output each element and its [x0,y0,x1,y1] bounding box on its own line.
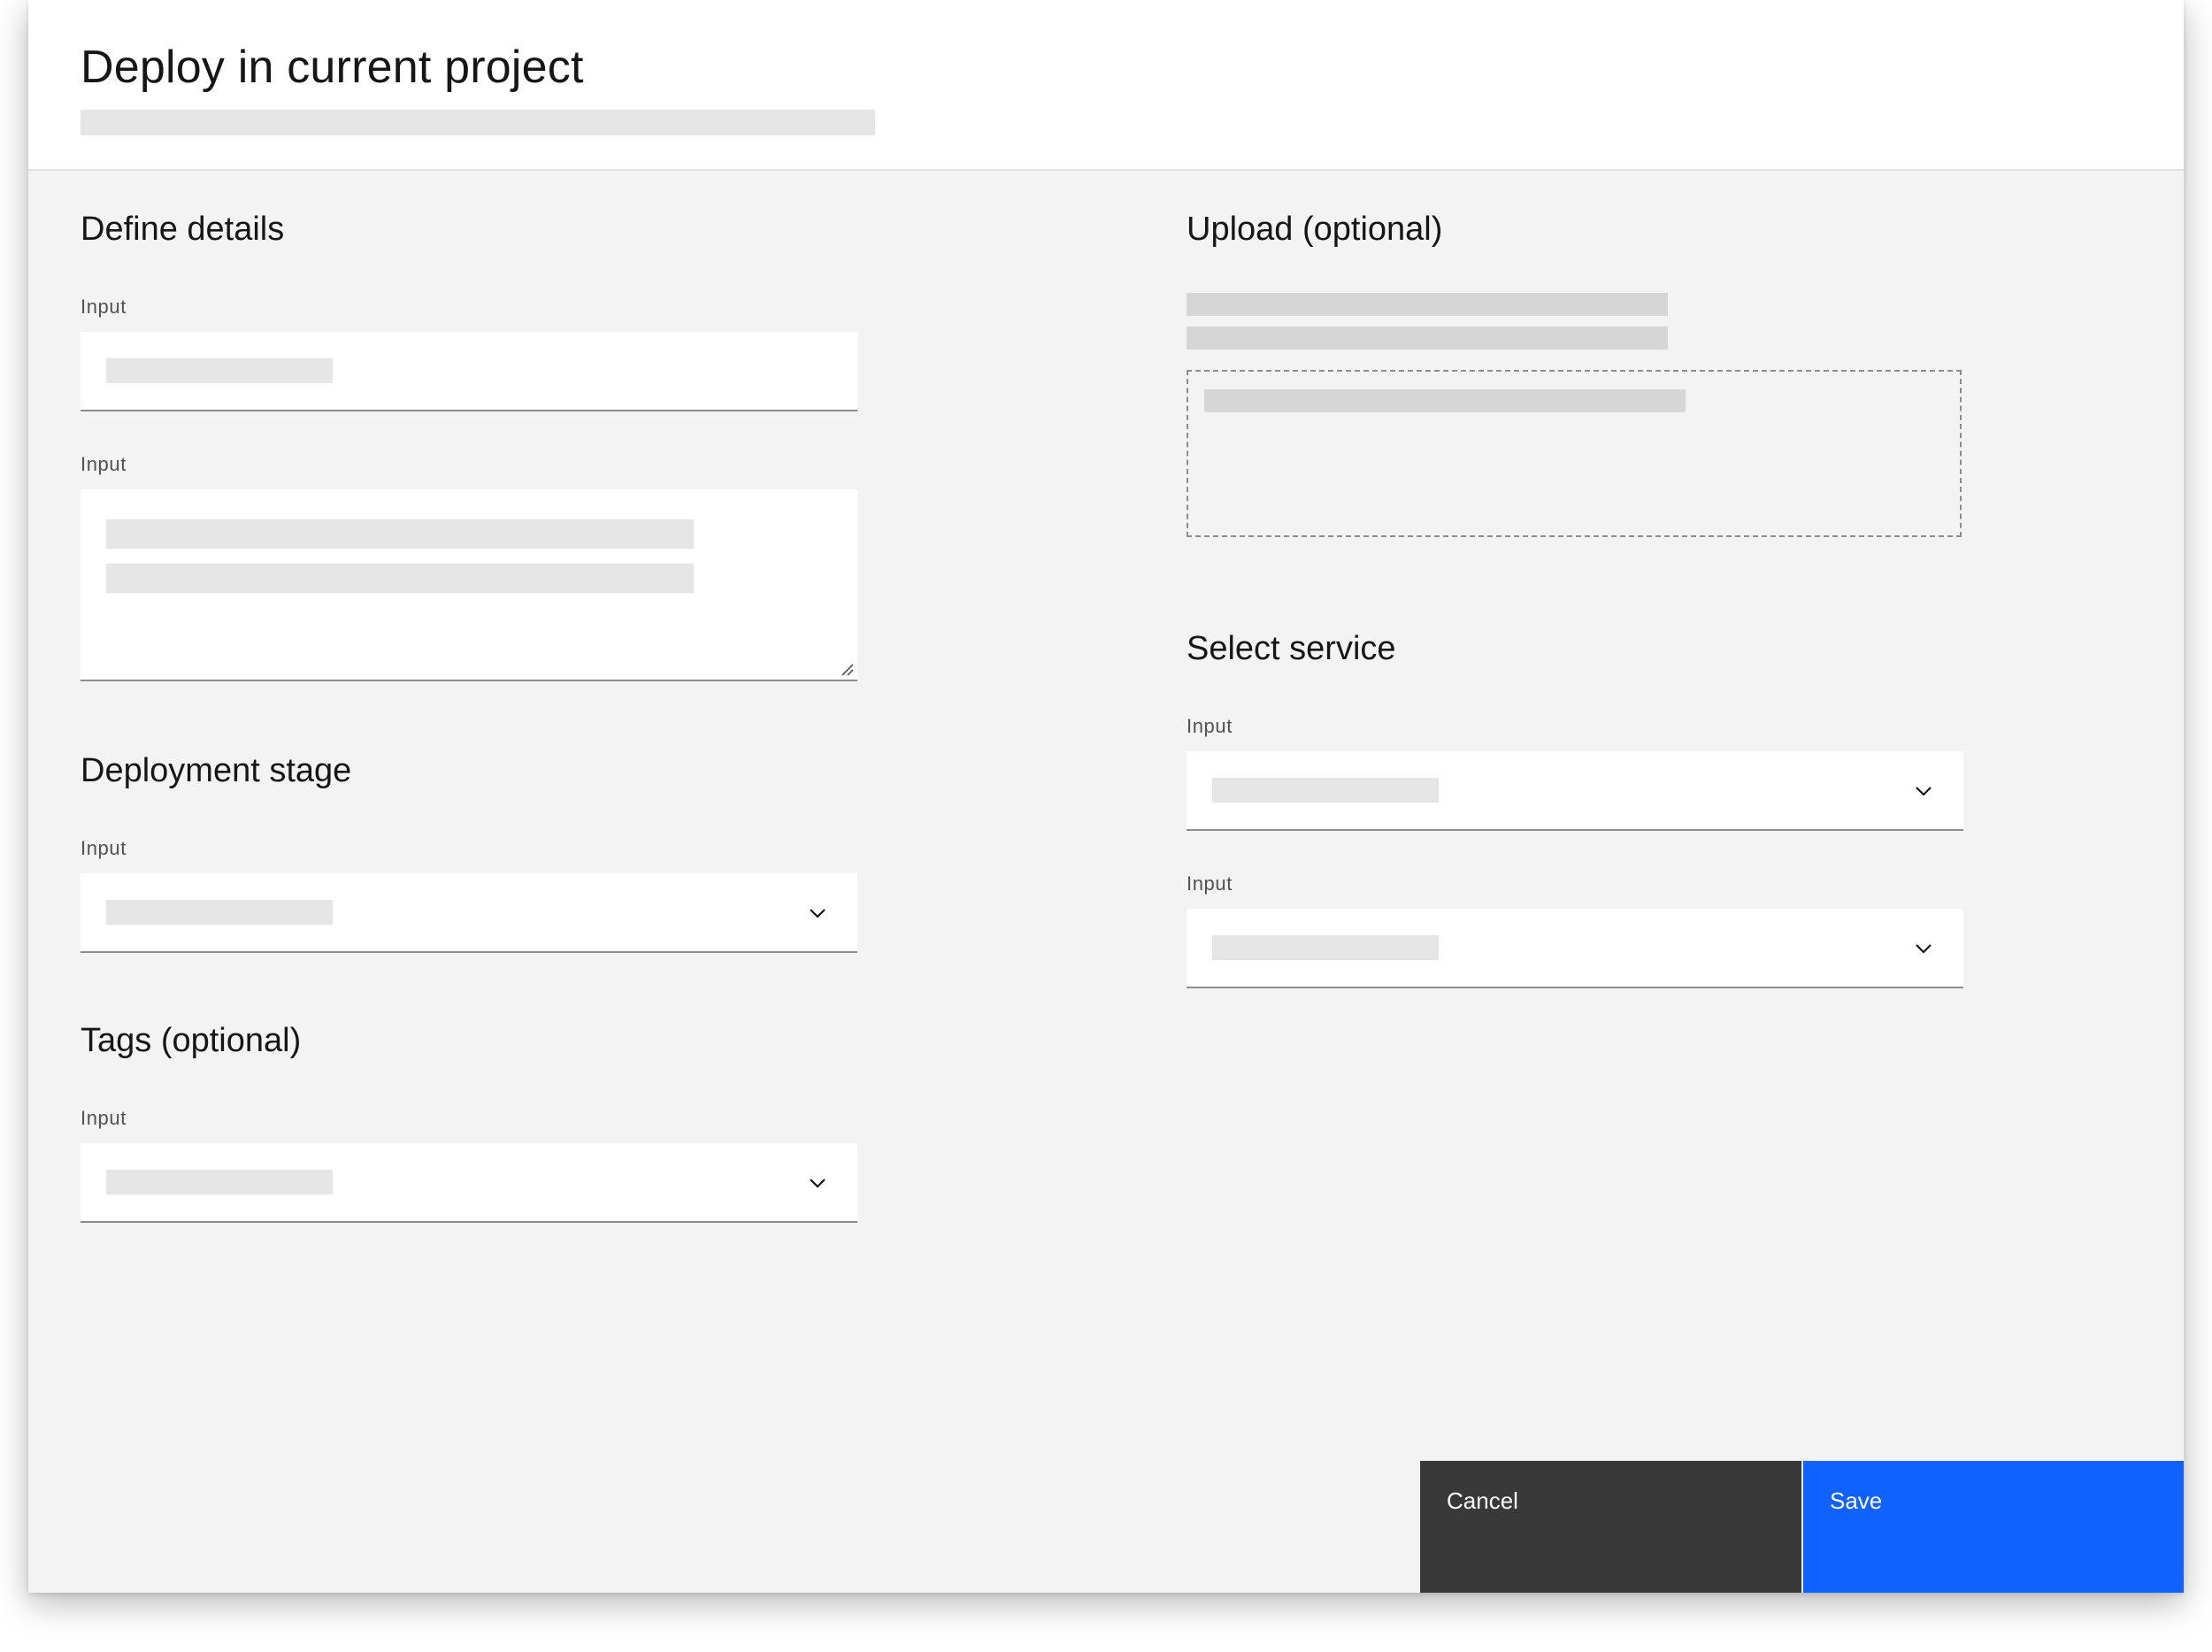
chevron-down-icon [1916,787,1932,796]
upload-description-placeholder [1187,293,1668,316]
tags-select[interactable] [81,1143,857,1223]
upload-description-placeholder [1187,327,1668,350]
modal-description-placeholder [81,110,875,135]
description-textarea[interactable] [81,489,857,681]
service-field-label: Input [1187,715,1233,737]
service-plan-field-label: Input [1187,872,1233,895]
save-button[interactable]: Save [1803,1461,2184,1593]
section-title-define-details: Define details [81,211,285,248]
section-title-deployment-stage: Deployment stage [81,752,352,789]
select-value-placeholder [106,1170,333,1195]
service-select[interactable] [1187,751,1963,831]
save-button-label: Save [1830,1487,1883,1514]
select-value-placeholder [1212,935,1439,960]
resize-handle-icon[interactable] [840,662,854,676]
deploy-modal: Deploy in current project Define details… [28,0,2184,1593]
file-drop-zone[interactable] [1187,370,1962,537]
modal-title: Deploy in current project [81,42,584,93]
cancel-button[interactable]: Cancel [1420,1461,1801,1593]
name-input[interactable] [81,332,857,411]
modal-header: Deploy in current project [28,0,2184,171]
drop-zone-text-placeholder [1204,389,1686,412]
description-field-label: Input [81,453,127,475]
select-value-placeholder [106,900,333,925]
tags-field-label: Input [81,1107,127,1129]
select-value-placeholder [1212,778,1439,803]
cancel-button-label: Cancel [1447,1487,1518,1514]
input-value-placeholder [106,358,333,383]
chevron-down-icon [1916,944,1932,954]
name-field-label: Input [81,296,127,318]
chevron-down-icon [810,909,826,918]
textarea-line-placeholder [106,564,694,593]
textarea-line-placeholder [106,519,694,549]
section-title-tags: Tags (optional) [81,1022,302,1059]
deployment-stage-select[interactable] [81,873,857,953]
section-title-select-service: Select service [1187,630,1396,667]
deployment-stage-field-label: Input [81,837,127,859]
chevron-down-icon [810,1179,826,1188]
service-plan-select[interactable] [1187,909,1963,988]
section-title-upload: Upload (optional) [1187,211,1443,248]
